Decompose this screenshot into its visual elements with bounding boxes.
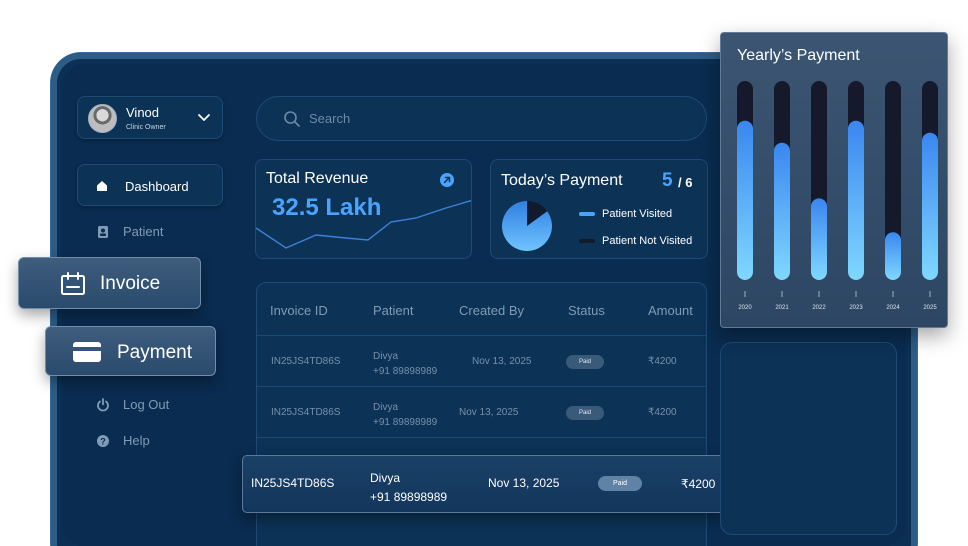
invoice-id: IN25JS4TD86S xyxy=(251,476,335,490)
sidebar-item-label: Invoice xyxy=(100,273,161,294)
column-header-invoice-id[interactable]: Invoice ID xyxy=(270,303,328,318)
profile-menu[interactable]: Vinod Clinic Owner xyxy=(77,96,223,139)
legend-swatch-not-visited xyxy=(579,239,595,243)
sidebar-item-patient[interactable]: Patient xyxy=(96,224,216,240)
created-date: Nov 13, 2025 xyxy=(459,407,519,418)
bar-2024 xyxy=(885,232,901,280)
status-badge: Paid xyxy=(598,476,642,491)
home-icon xyxy=(97,181,107,191)
arrow-up-right-icon[interactable] xyxy=(440,173,454,187)
invoice-id: IN25JS4TD86S xyxy=(271,356,341,367)
bar-2020 xyxy=(737,120,753,280)
yearly-bars: 2020 2021 2022 2023 2024 2025 xyxy=(737,81,938,311)
user-role: Clinic Owner xyxy=(126,124,166,131)
x-tick-label: 2021 xyxy=(775,305,789,311)
avatar xyxy=(88,104,117,133)
patient-name: Divya xyxy=(373,402,399,413)
revenue-value: 32.5 Lakh xyxy=(272,194,382,221)
total-count: / 6 xyxy=(678,175,693,190)
sidebar-item-label: Help xyxy=(123,433,150,448)
table-row-highlighted[interactable]: IN25JS4TD86S Divya +91 89898989 Nov 13, … xyxy=(242,455,725,513)
status-badge: Paid xyxy=(566,355,604,369)
x-tick-label: 2025 xyxy=(923,305,937,311)
todays-payment-title: Today’s Payment xyxy=(501,172,623,189)
visited-count: 5 xyxy=(662,170,673,191)
sidebar-item-dashboard[interactable]: Dashboard xyxy=(77,164,223,206)
svg-text:?: ? xyxy=(100,437,106,447)
sidebar-item-payment[interactable]: Payment xyxy=(45,326,216,376)
credit-card-icon xyxy=(73,342,101,362)
sidebar-item-label: Payment xyxy=(117,342,192,363)
search-placeholder: Search xyxy=(309,111,351,126)
sidebar-item-help[interactable]: ? Help xyxy=(96,433,216,449)
sidebar-item-invoice[interactable]: Invoice xyxy=(18,257,201,309)
visited-pie-chart xyxy=(502,201,552,251)
amount: ₹4200 xyxy=(648,407,677,418)
legend-swatch-visited xyxy=(579,212,595,216)
column-header-created-by[interactable]: Created By xyxy=(459,303,524,318)
search-input[interactable]: Search xyxy=(256,96,707,141)
status-badge: Paid xyxy=(566,406,604,420)
sidebar-item-label: Log Out xyxy=(123,397,170,412)
help-icon: ? xyxy=(97,435,109,447)
x-tick-label: 2023 xyxy=(849,305,863,311)
table-row[interactable]: IN25JS4TD86S Divya +91 89898989 Nov 13, … xyxy=(257,335,706,387)
legend-label: Patient Not Visited xyxy=(602,235,693,247)
yearly-payment-chart: Yearly’s Payment 2020 2021 2022 2023 2024 202… xyxy=(720,32,948,328)
invoice-id: IN25JS4TD86S xyxy=(271,407,341,418)
search-icon xyxy=(284,111,300,127)
bar-2025 xyxy=(922,132,938,280)
calendar-icon xyxy=(61,272,85,295)
chevron-down-icon[interactable] xyxy=(197,110,211,124)
total-revenue-card[interactable]: Total Revenue 32.5 Lakh xyxy=(255,159,472,259)
x-tick-label: 2024 xyxy=(886,305,900,311)
created-date: Nov 13, 2025 xyxy=(472,356,532,367)
amount: ₹4200 xyxy=(681,477,716,491)
patient-icon xyxy=(98,226,108,238)
bar-2022 xyxy=(811,198,827,280)
user-name: Vinod xyxy=(126,105,160,120)
power-icon xyxy=(97,398,109,412)
bar-2021 xyxy=(774,142,790,280)
created-date: Nov 13, 2025 xyxy=(488,476,560,490)
revenue-title: Total Revenue xyxy=(266,170,369,187)
column-header-amount[interactable]: Amount xyxy=(648,303,693,318)
sidebar-item-label: Dashboard xyxy=(125,179,189,194)
sidebar-item-logout[interactable]: Log Out xyxy=(96,397,216,413)
table-row[interactable]: IN25JS4TD86S Divya +91 89898989 Nov 13, … xyxy=(257,386,706,438)
secondary-panel xyxy=(720,342,897,535)
legend-label: Patient Visited xyxy=(602,208,673,220)
bar-2023 xyxy=(848,120,864,280)
column-header-patient[interactable]: Patient xyxy=(373,303,413,318)
x-tick-label: 2022 xyxy=(812,305,826,311)
todays-payment-card[interactable]: Today’s Payment 5 / 6 Patient Visited Pa… xyxy=(490,159,708,259)
patient-phone: +91 89898989 xyxy=(373,366,438,377)
patient-phone: +91 89898989 xyxy=(370,490,448,504)
column-header-status[interactable]: Status xyxy=(568,303,605,318)
patient-name: Divya xyxy=(373,351,399,362)
patient-name: Divya xyxy=(370,471,401,485)
patient-phone: +91 89898989 xyxy=(373,417,438,428)
amount: ₹4200 xyxy=(648,356,677,367)
sidebar-item-label: Patient xyxy=(123,224,164,239)
x-tick-label: 2020 xyxy=(738,305,752,311)
